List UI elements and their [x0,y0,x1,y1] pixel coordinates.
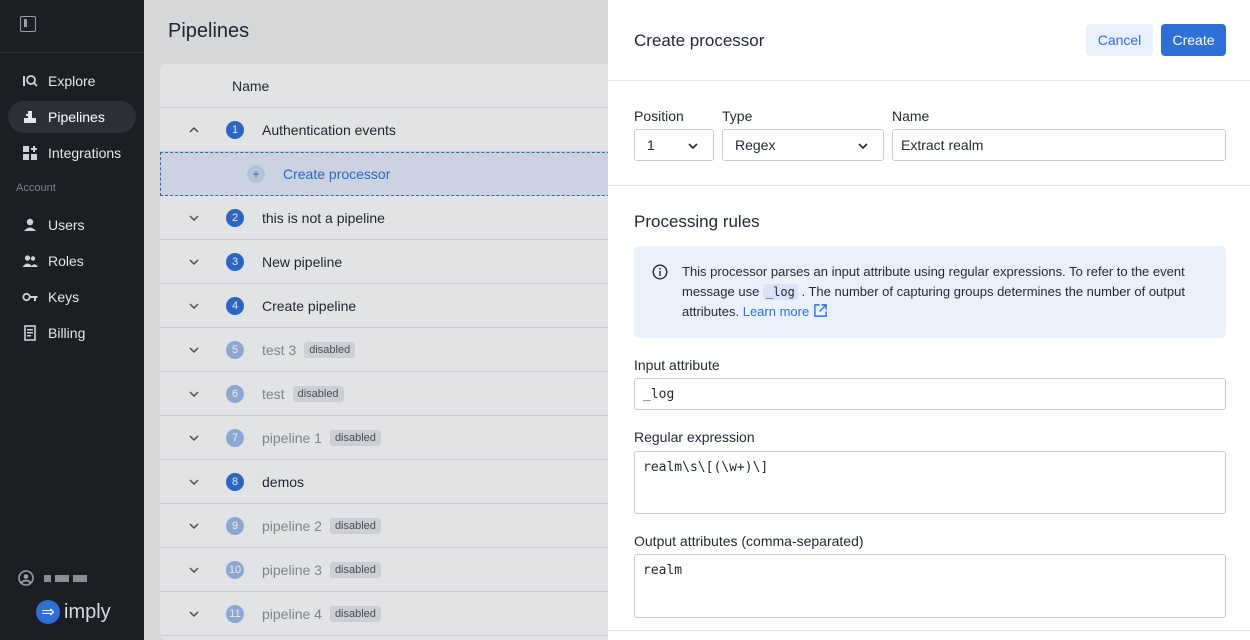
name-label: Name [892,108,930,124]
imply-logo-icon: ⇒ [36,600,60,624]
sidebar-section-account: Account [16,182,56,194]
explore-icon [22,73,38,89]
external-link-icon [814,304,827,317]
processing-rules-title: Processing rules [634,212,760,231]
sidebar-divider [0,52,144,53]
position-label: Position [634,108,684,124]
chevron-down-icon [688,143,698,150]
input-attribute-field[interactable]: _log [634,378,1226,410]
create-processor-panel: Create processor Cancel Create Position … [608,0,1250,640]
learn-more-label: Learn more [742,304,810,319]
regex-label: Regular expression [634,429,755,445]
input-attribute-label: Input attribute [634,357,720,373]
sidebar-item-pipelines[interactable]: Pipelines [8,101,136,133]
output-attributes-value: realm [643,563,683,578]
users-icon [22,217,38,233]
sidebar-item-keys[interactable]: Keys [8,281,136,313]
type-select[interactable]: Regex [722,129,884,161]
info-icon [652,264,668,280]
integrations-icon [22,145,38,161]
info-callout: This processor parses an input attribute… [634,246,1226,338]
sidebar-item-label: Pipelines [48,109,105,125]
sidebar-item-label: Explore [48,73,96,89]
regex-value: realm\s\[(\w+)\] [643,460,769,475]
section-divider [608,185,1250,186]
sidebar-item-label: Users [48,217,85,233]
sidebar-item-roles[interactable]: Roles [8,245,136,277]
output-attributes-label: Output attributes (comma-separated) [634,533,864,549]
sidebar-item-integrations[interactable]: Integrations [8,137,136,169]
sidebar-toggle-icon[interactable] [20,16,36,32]
roles-icon [22,253,38,269]
position-value: 1 [647,137,655,153]
info-code-chip: _log [762,284,798,300]
keys-icon [22,289,38,305]
pipelines-icon [22,109,38,125]
logo-text: imply [64,600,111,623]
panel-header: Create processor Cancel Create [608,0,1250,81]
cancel-button[interactable]: Cancel [1086,24,1153,56]
output-attributes-textarea[interactable]: realm [634,554,1226,618]
user-avatar-icon [18,570,34,586]
name-field[interactable]: Extract realm [892,129,1226,161]
position-select[interactable]: 1 [634,129,714,161]
panel-title: Create processor [634,31,765,50]
imply-logo[interactable]: ⇒ imply [36,600,111,624]
learn-more-link[interactable]: Learn more [743,304,828,319]
name-value: Extract realm [901,137,984,153]
user-name-redacted [44,574,87,582]
sidebar-item-users[interactable]: Users [8,209,136,241]
chevron-down-icon [858,143,868,150]
create-button[interactable]: Create [1161,24,1226,56]
type-label: Type [722,108,753,124]
pipelines-page: Pipelines Name 1 Authentication events + Cr… [144,0,608,640]
sidebar-item-billing[interactable]: Billing [8,317,136,349]
input-attribute-value: _log [643,386,675,402]
sidebar-item-label: Billing [48,325,86,341]
sidebar: Explore Pipelines Integrations Account U… [0,0,144,640]
footer-divider [608,630,1250,631]
billing-icon [22,325,38,341]
info-text: This processor parses an input attribute… [682,262,1212,322]
modal-backdrop[interactable] [144,0,608,640]
sidebar-item-label: Integrations [48,145,122,161]
sidebar-item-label: Roles [48,253,84,269]
sidebar-item-explore[interactable]: Explore [8,65,136,97]
regex-textarea[interactable]: realm\s\[(\w+)\] [634,451,1226,514]
sidebar-item-label: Keys [48,289,80,305]
type-value: Regex [735,137,776,153]
user-menu[interactable] [18,570,87,586]
